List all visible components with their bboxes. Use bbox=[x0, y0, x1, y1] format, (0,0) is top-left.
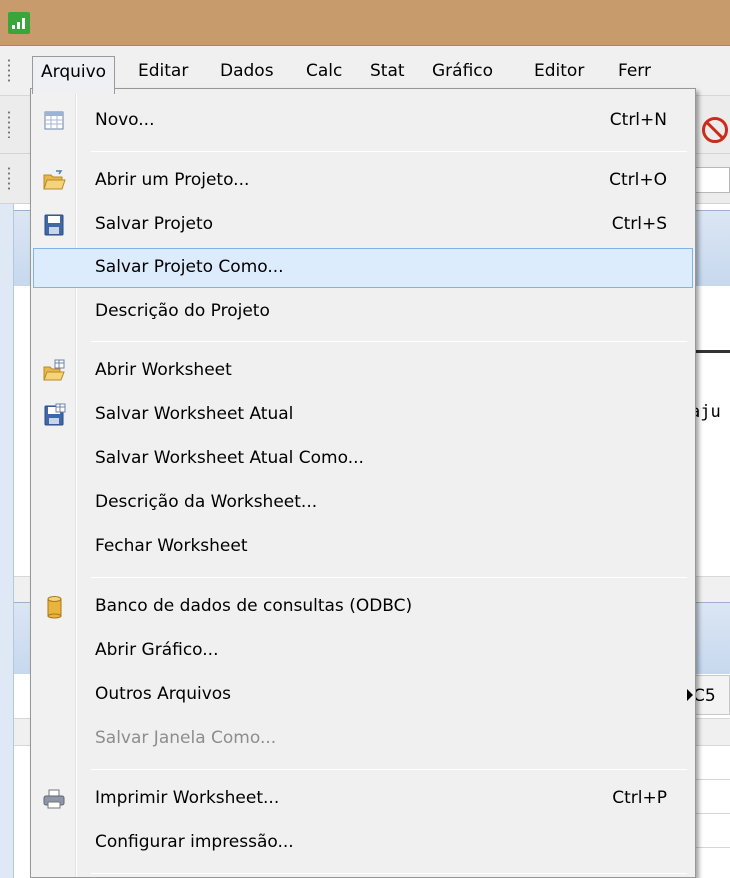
menu-item-label: Imprimir Worksheet... bbox=[95, 788, 280, 808]
menu-item-shortcut: Ctrl+O bbox=[609, 170, 667, 190]
menu-item-label: Fechar Worksheet bbox=[95, 536, 248, 556]
menu-item-label: Descrição da Worksheet... bbox=[95, 492, 318, 512]
menu-item-outros-arquivos[interactable]: Outros Arquivos bbox=[33, 675, 693, 715]
menu-item-label: Salvar Janela Como... bbox=[95, 728, 277, 748]
menu-item-fechar-worksheet[interactable]: Fechar Worksheet bbox=[33, 527, 693, 567]
menu-item-label: Novo... bbox=[95, 110, 155, 130]
cancel-stop-icon[interactable] bbox=[702, 117, 728, 143]
new-worksheet-icon bbox=[42, 109, 66, 133]
menu-item-label: Configurar impressão... bbox=[95, 832, 294, 852]
app-logo-icon[interactable] bbox=[8, 12, 30, 34]
menu-calc[interactable]: Calc bbox=[298, 56, 350, 86]
menu-separator bbox=[91, 577, 687, 578]
submenu-arrow-icon bbox=[687, 689, 693, 701]
menu-item-novo[interactable]: Novo... Ctrl+N bbox=[33, 101, 693, 141]
menu-dados[interactable]: Dados bbox=[212, 56, 282, 86]
toolbar-field[interactable] bbox=[690, 167, 730, 193]
menu-item-descricao-projeto[interactable]: Descrição do Projeto bbox=[33, 292, 693, 332]
menubar-grip-handle[interactable] bbox=[7, 58, 11, 82]
open-worksheet-icon bbox=[42, 359, 66, 383]
menu-stat[interactable]: Stat bbox=[362, 56, 413, 86]
menu-item-salvar-worksheet-como[interactable]: Salvar Worksheet Atual Como... bbox=[33, 439, 693, 479]
mdi-window-frame bbox=[0, 204, 14, 878]
menu-separator bbox=[91, 873, 687, 874]
menu-item-salvar-projeto-como[interactable]: Salvar Projeto Como... bbox=[33, 248, 693, 288]
printer-icon bbox=[42, 787, 66, 811]
database-icon bbox=[42, 595, 66, 619]
menu-item-configurar-impressao[interactable]: Configurar impressão... bbox=[33, 823, 693, 863]
menu-ferramentas[interactable]: Ferr bbox=[610, 56, 659, 86]
menu-item-descricao-worksheet[interactable]: Descrição da Worksheet... bbox=[33, 483, 693, 523]
menu-item-abrir-grafico[interactable]: Abrir Gráfico... bbox=[33, 631, 693, 671]
menu-item-salvar-projeto[interactable]: Salvar Projeto Ctrl+S bbox=[33, 205, 693, 245]
menu-item-label: Salvar Worksheet Atual bbox=[95, 404, 294, 424]
menu-separator bbox=[91, 151, 687, 152]
menu-item-shortcut: Ctrl+N bbox=[609, 110, 667, 130]
menu-item-label: Salvar Projeto Como... bbox=[95, 257, 284, 277]
column-header-c5[interactable]: C5 bbox=[690, 675, 730, 715]
menu-editar[interactable]: Editar bbox=[130, 56, 196, 86]
menu-grafico[interactable]: Gráfico bbox=[424, 56, 501, 86]
worksheet-grid-rows[interactable] bbox=[690, 746, 730, 878]
menu-item-label: Outros Arquivos bbox=[95, 684, 232, 704]
menu-arquivo[interactable]: Arquivo bbox=[32, 56, 116, 94]
menu-item-salvar-janela-como: Salvar Janela Como... bbox=[33, 719, 693, 759]
menu-item-label: Banco de dados de consultas (ODBC) bbox=[95, 596, 413, 616]
menu-item-salvar-worksheet[interactable]: Salvar Worksheet Atual bbox=[33, 395, 693, 435]
save-worksheet-icon bbox=[42, 403, 66, 427]
menu-item-shortcut: Ctrl+P bbox=[612, 788, 667, 808]
menu-separator bbox=[91, 769, 687, 770]
menu-item-label: Abrir Gráfico... bbox=[95, 640, 219, 660]
menu-item-abrir-worksheet[interactable]: Abrir Worksheet bbox=[33, 351, 693, 391]
menu-editor[interactable]: Editor bbox=[526, 56, 592, 86]
file-menu-dropdown: Novo... Ctrl+N Abrir um Projeto... Ctrl+… bbox=[30, 88, 696, 878]
menu-item-label: Salvar Projeto bbox=[95, 214, 214, 234]
menu-item-banco-dados-odbc[interactable]: Banco de dados de consultas (ODBC) bbox=[33, 587, 693, 627]
menu-item-abrir-projeto[interactable]: Abrir um Projeto... Ctrl+O bbox=[33, 161, 693, 201]
menu-separator bbox=[91, 341, 687, 342]
menu-item-label: Abrir Worksheet bbox=[95, 360, 232, 380]
menu-item-label: Abrir um Projeto... bbox=[95, 170, 250, 190]
title-bar bbox=[0, 0, 730, 46]
toolbar-grip-handle[interactable] bbox=[7, 166, 11, 192]
menu-item-shortcut: Ctrl+S bbox=[611, 214, 667, 234]
menu-item-label: Descrição do Projeto bbox=[95, 301, 270, 321]
toolbar-grip-handle[interactable] bbox=[7, 110, 11, 138]
save-icon bbox=[42, 213, 66, 237]
menu-item-label: Salvar Worksheet Atual Como... bbox=[95, 448, 364, 468]
menu-item-imprimir-worksheet[interactable]: Imprimir Worksheet... Ctrl+P bbox=[33, 779, 693, 819]
open-folder-icon bbox=[42, 169, 66, 193]
